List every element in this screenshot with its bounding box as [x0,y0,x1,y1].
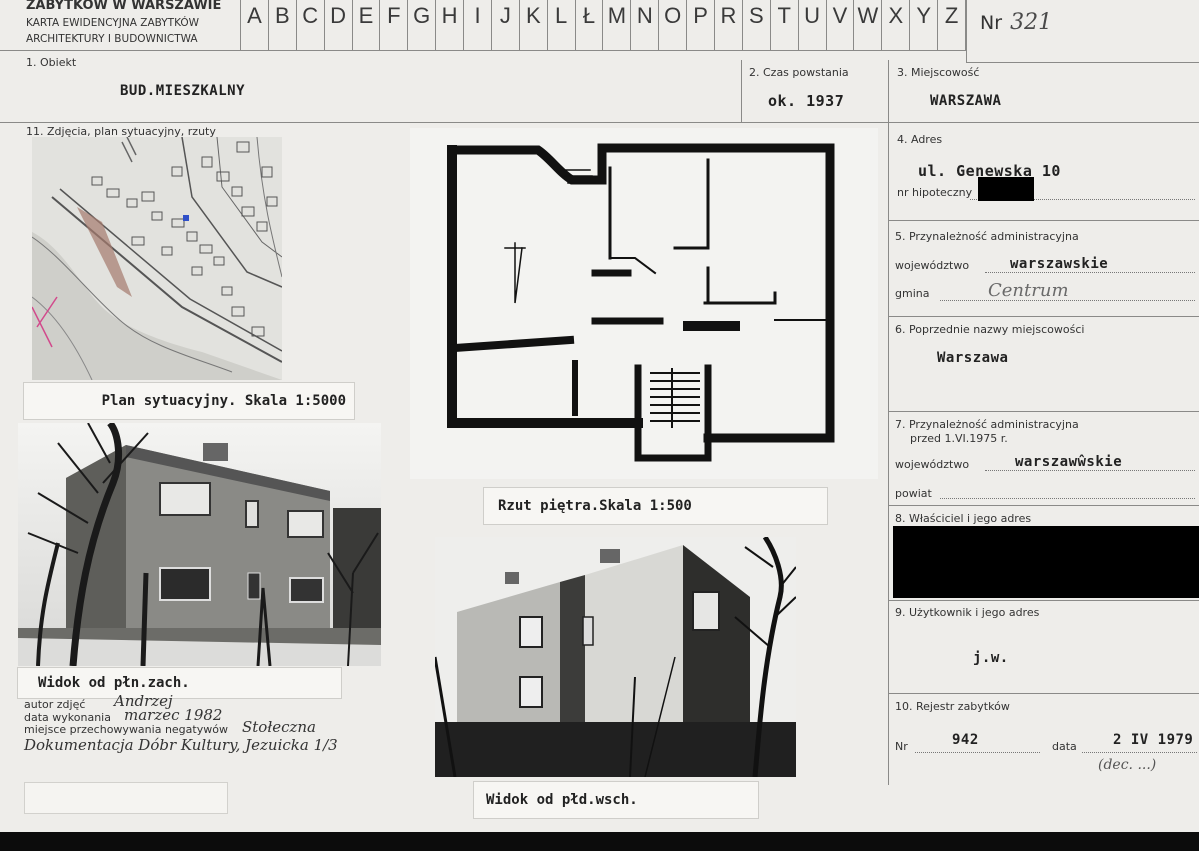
miejscowosc-label: 3. Miejscowość [897,66,980,79]
alphabet-letter: A [241,0,269,50]
alphabet-letter: Ł [576,0,604,50]
record-number-label: Nr [980,12,1003,34]
alphabet-letter: O [659,0,688,50]
wlasciciel-label: 8. Właściciel i jego adres [895,512,1032,525]
rejestr-label: 10. Rejestr zabytków [895,700,1010,713]
nr-label: Nr [895,740,908,753]
record-card: ZABYTKÓW W WARSZAWIE KARTA EWIDENCYJNA Z… [0,0,1199,832]
miejsce-value: Stołeczna [242,718,316,736]
alphabet-letter: V [827,0,855,50]
photo-nw-view [18,423,381,666]
alphabet-letter: P [687,0,716,50]
wojewodztwo-value: warszawskie [1010,256,1109,272]
alphabet-letter: Y [910,0,939,50]
widok2-caption: Widok od płd.wsch. [473,781,759,819]
poprzednie-label: 6. Poprzednie nazwy miejscowości [895,323,1085,336]
alphabet-letter: N [631,0,660,50]
przynaleznosc-label: 5. Przynależność administracyjna [895,230,1079,243]
photo-credits: autor zdjęć Andrzej data wykonania marze… [24,692,404,778]
przynaleznosc2-sub: przed 1.VI.1975 r. [910,432,1008,445]
data-label: data [1052,740,1077,753]
alphabet-letter: R [715,0,743,50]
dokumentacja-value: Dokumentacja Dóbr Kultury, Jezuicka 1/3 [24,736,338,754]
alphabet-letter: K [520,0,548,50]
empty-caption-box [24,782,228,814]
gmina-value: Centrum [988,280,1069,301]
header-org: ZABYTKÓW W WARSZAWIE KARTA EWIDENCYJNA Z… [26,0,240,50]
wlasciciel-redaction [893,526,1199,598]
plan-caption: Plan sytuacyjny. Skala 1:5000 [23,382,355,420]
widok1-caption: Widok od płn.zach. [17,667,342,699]
situation-map [32,137,282,380]
map-drawing-icon [32,137,282,380]
alphabet-letter: G [408,0,437,50]
poprzednie-value: Warszawa [937,350,1009,366]
data-value: 2 IV 1979 [1113,732,1194,748]
alphabet-index: ABCDEFGHIJKLŁMNOPRSTUVWXYZ [241,0,966,50]
alphabet-letter: S [743,0,771,50]
floor-plan [410,128,878,479]
photo-se-view [435,537,796,777]
nr-value: 942 [952,732,979,748]
org-line2: KARTA EWIDENCYJNA ZABYTKÓW [26,17,200,29]
org-line1: ZABYTKÓW W WARSZAWIE [26,0,222,13]
floor-plan-drawing-icon [410,128,878,479]
powiat-label: powiat [895,487,932,500]
uzytkownik-label: 9. Użytkownik i jego adres [895,606,1040,619]
alphabet-letter: C [297,0,325,50]
adres-label: 4. Adres [897,133,943,146]
alphabet-letter: J [492,0,520,50]
alphabet-letter: Z [938,0,966,50]
alphabet-letter: T [771,0,799,50]
record-number: Nr 321 [980,10,1052,35]
alphabet-letter: H [436,0,465,50]
alphabet-letter: W [854,0,883,50]
czas-label: 2. Czas powstania [749,66,849,79]
wojewodztwo2-value: warszawŵskie [1015,454,1123,470]
alphabet-letter: X [882,0,911,50]
przynaleznosc2-label: 7. Przynależność administracyjna [895,418,1079,431]
alphabet-letter: I [464,0,492,50]
house-photo-nw-icon [18,423,381,666]
czas-value: ok. 1937 [768,92,845,110]
alphabet-letter: D [325,0,353,50]
miejsce-label: miejsce przechowywania negatywów [24,723,228,736]
wojewodztwo2-label: województwo [895,458,970,471]
alphabet-letter: B [269,0,297,50]
obiekt-label: 1. Obiekt [26,56,77,69]
hipoteczny-redaction [978,177,1034,201]
signature: (dec. ...) [1098,757,1157,773]
org-line3: ARCHITEKTURY I BUDOWNICTWA [26,33,198,45]
hipoteczny-label: nr hipoteczny [897,186,973,199]
gmina-label: gmina [895,287,930,300]
miejscowosc-value: WARSZAWA [930,93,1002,109]
alphabet-letter: M [604,0,632,50]
uzytkownik-value: j.w. [973,650,1009,666]
alphabet-letter: U [799,0,827,50]
data-wykonania-value: marzec 1982 [124,706,223,724]
obiekt-value: BUD.MIESZKALNY [120,83,246,99]
house-photo-se-icon [435,537,796,777]
wojewodztwo-label: województwo [895,259,970,272]
alphabet-letter: F [380,0,409,50]
autor-label: autor zdjęć [24,698,86,711]
rzut-caption: Rzut piętra.Skala 1:500 [483,487,828,525]
alphabet-letter: L [548,0,576,50]
record-number-value: 321 [1010,10,1053,35]
alphabet-letter: E [353,0,381,50]
